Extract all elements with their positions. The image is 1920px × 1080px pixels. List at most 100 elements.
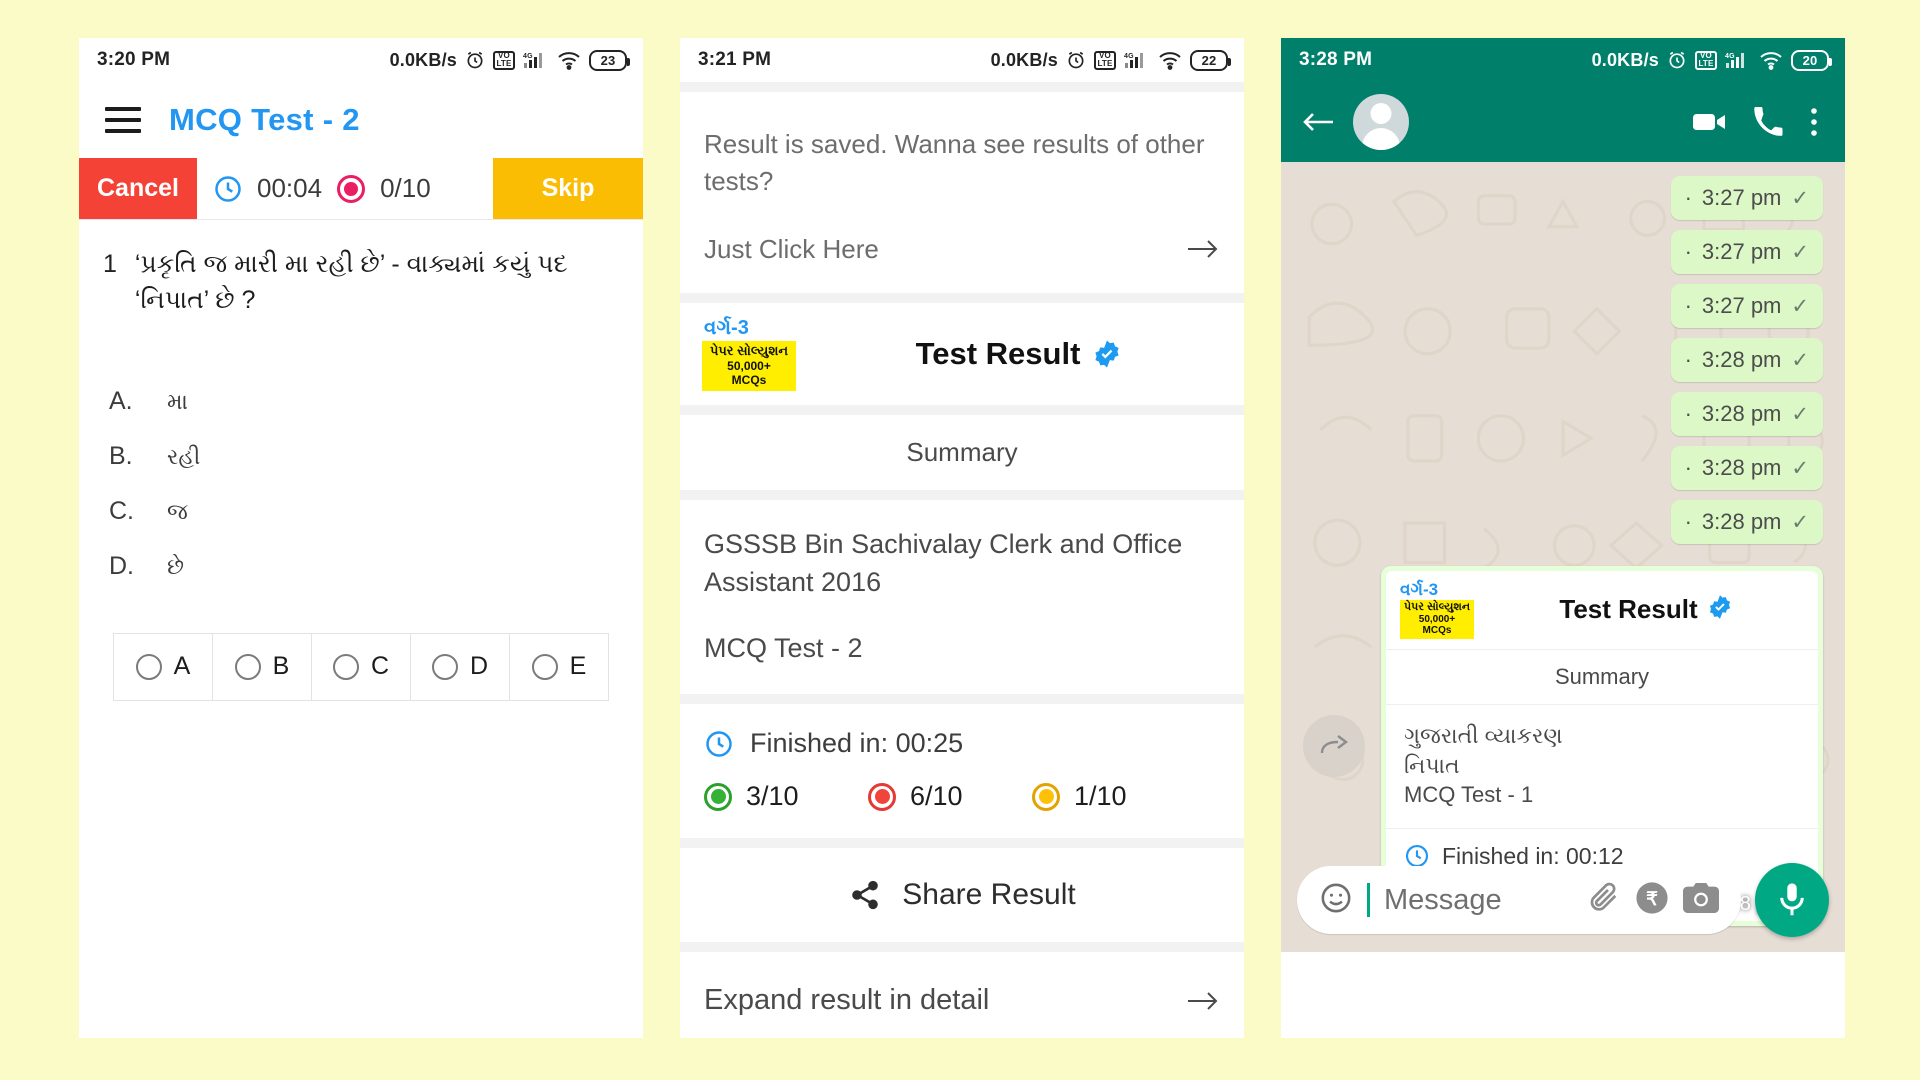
microphone-icon[interactable]	[1755, 863, 1829, 937]
status-time: 3:21 PM	[698, 49, 772, 70]
message-input-field[interactable]: Message ₹	[1297, 866, 1741, 934]
bubble-time: 3:28 pm	[1701, 509, 1782, 534]
option-d[interactable]: D. છે	[103, 552, 619, 581]
svg-text:4G: 4G	[1124, 53, 1134, 60]
back-arrow-icon[interactable]	[1301, 108, 1335, 136]
other-tests-link[interactable]: Just Click Here	[680, 200, 1244, 293]
result-title-wrap: Test Result	[816, 336, 1222, 372]
logo-line3: MCQs	[1422, 624, 1452, 636]
score-row: 3/10 6/10 1/10	[704, 781, 1220, 812]
screenshot-stage: 3:20 PM 0.0KB/s VO LTE 4G 23 MCQ Test - …	[0, 0, 1920, 1080]
logo-line1: પેપર સોલ્યુશન	[709, 342, 789, 358]
sent-check-icon: ✓	[1791, 510, 1809, 534]
video-call-icon[interactable]	[1691, 109, 1727, 135]
bubble-time: 3:28 pm	[1701, 455, 1782, 480]
rupee-payment-icon[interactable]: ₹	[1635, 881, 1669, 920]
paperclip-icon[interactable]	[1587, 881, 1621, 920]
battery-indicator: 22	[1190, 49, 1231, 71]
timestamp-bubble[interactable]: · 3:28 pm ✓	[1670, 392, 1823, 436]
shared-card-info: ગુજરાતી વ્યાકરણ નિપાત MCQ Test - 1	[1386, 703, 1818, 828]
answer-option-d[interactable]: D	[411, 633, 510, 700]
signal-bars-icon: 4G	[1725, 50, 1751, 70]
result-prompt-section: Result is saved. Wanna see results of ot…	[680, 92, 1244, 200]
correct-value: 3/10	[746, 781, 799, 812]
shared-topic: નિપાત	[1404, 752, 1460, 778]
answer-option-b[interactable]: B	[213, 633, 312, 700]
option-b[interactable]: B. રહી	[103, 442, 619, 471]
forward-arrow-icon[interactable]	[1303, 714, 1365, 777]
contact-avatar-icon[interactable]	[1353, 94, 1409, 150]
sent-check-icon: ✓	[1791, 456, 1809, 480]
option-c[interactable]: C. જ	[103, 497, 619, 526]
correct-dot-icon	[704, 782, 732, 811]
answer-option-c[interactable]: C	[312, 633, 411, 700]
phone-call-icon[interactable]	[1753, 107, 1783, 137]
timestamp-bubble[interactable]: · 3:28 pm ✓	[1670, 446, 1823, 490]
network-speed: 0.0KB/s	[1591, 49, 1659, 70]
question-line: 1 ‘પ્રકૃતિ જ મારી મા રહી છે’ - વાક્યમાં …	[103, 246, 619, 319]
cancel-button[interactable]: Cancel	[79, 158, 197, 219]
timestamp-bubble[interactable]: · 3:27 pm ✓	[1670, 176, 1823, 220]
arrow-right-icon	[1186, 988, 1220, 1014]
skip-button[interactable]: Skip	[493, 158, 643, 219]
camera-icon[interactable]	[1683, 882, 1719, 918]
whatsapp-app-bar	[1281, 82, 1845, 162]
status-time: 3:28 PM	[1299, 49, 1373, 70]
svg-text:4G: 4G	[523, 53, 533, 60]
share-result-button[interactable]: Share Result	[680, 848, 1244, 942]
overflow-menu-icon[interactable]	[1809, 106, 1819, 138]
emoji-smiley-icon[interactable]	[1319, 881, 1353, 920]
status-time: 3:20 PM	[97, 49, 171, 70]
sent-check-icon: ✓	[1791, 294, 1809, 318]
skipped-dot-icon	[1032, 782, 1060, 811]
app-logo: વર્ગ-3 પેપર સોલ્યુશન 50,000+ MCQs	[702, 317, 796, 391]
question-progress: 0/10	[380, 173, 431, 203]
status-icons: 0.0KB/s VO LTE 4G 23	[390, 49, 630, 71]
timestamp-bubble[interactable]: · 3:27 pm ✓	[1670, 284, 1823, 328]
wrong-dot-icon	[868, 782, 896, 811]
timestamp-bubble[interactable]: · 3:27 pm ✓	[1670, 230, 1823, 274]
signal-bars-icon: 4G	[523, 50, 549, 70]
volte-line2: LTE	[496, 59, 512, 68]
divider	[680, 82, 1244, 92]
share-icon	[848, 879, 882, 911]
skipped-value: 1/10	[1074, 781, 1127, 812]
answer-label: A	[173, 652, 191, 680]
option-value: રહી	[167, 443, 201, 469]
appbar-actions	[1691, 106, 1825, 138]
score-wrong: 6/10	[868, 781, 1018, 812]
divider	[680, 942, 1244, 953]
timestamp-bubble[interactable]: · 3:28 pm ✓	[1670, 500, 1823, 544]
expand-result-link[interactable]: Expand result in detail	[680, 952, 1244, 1038]
test-result-panel: 3:21 PM 0.0KB/s VO LTE 4G 22 Result is s…	[680, 38, 1244, 1038]
status-bar: 3:20 PM 0.0KB/s VO LTE 4G 23	[79, 38, 643, 82]
shared-subject: ગુજરાતી વ્યાકરણ	[1404, 722, 1563, 748]
shared-summary-label: Summary	[1386, 648, 1818, 704]
option-value: જ	[167, 498, 188, 524]
wrong-value: 6/10	[910, 781, 963, 812]
alarm-icon	[1066, 50, 1086, 70]
shared-card-title-wrap: Test Result	[1488, 594, 1804, 625]
chat-input-bar: Message ₹	[1281, 848, 1845, 952]
app-logo: વર્ગ-3 પેપર સોલ્યુશન 50,000+ MCQs	[1400, 581, 1474, 639]
question-text: ‘પ્રકૃતિ જ મારી મા રહી છે’ - વાક્યમાં કય…	[134, 250, 568, 315]
other-tests-label: Just Click Here	[704, 233, 879, 264]
option-a[interactable]: A. મા	[103, 387, 619, 416]
hamburger-menu-icon[interactable]	[105, 107, 141, 133]
timestamp-bubble[interactable]: · 3:28 pm ✓	[1670, 338, 1823, 382]
bullet-dot: ·	[1684, 185, 1692, 210]
shared-card-title: Test Result	[1559, 594, 1698, 625]
options-list: A. મા B. રહી C. જ D. છે	[103, 387, 619, 581]
option-key: D.	[109, 551, 134, 580]
score-skipped: 1/10	[1032, 781, 1182, 812]
answer-option-a[interactable]: A	[114, 633, 213, 700]
result-saved-message: Result is saved. Wanna see results of ot…	[704, 129, 1205, 196]
radio-circle-icon	[332, 653, 359, 680]
option-key: A.	[109, 386, 133, 415]
answer-option-e[interactable]: E	[510, 634, 608, 700]
question-number: 1	[103, 250, 117, 278]
summary-label: Summary	[906, 436, 1018, 467]
status-icons: 0.0KB/s VO LTE 4G 22	[991, 49, 1231, 71]
quiz-app-panel: 3:20 PM 0.0KB/s VO LTE 4G 23 MCQ Test - …	[79, 38, 643, 1038]
bullet-dot: ·	[1684, 347, 1692, 372]
